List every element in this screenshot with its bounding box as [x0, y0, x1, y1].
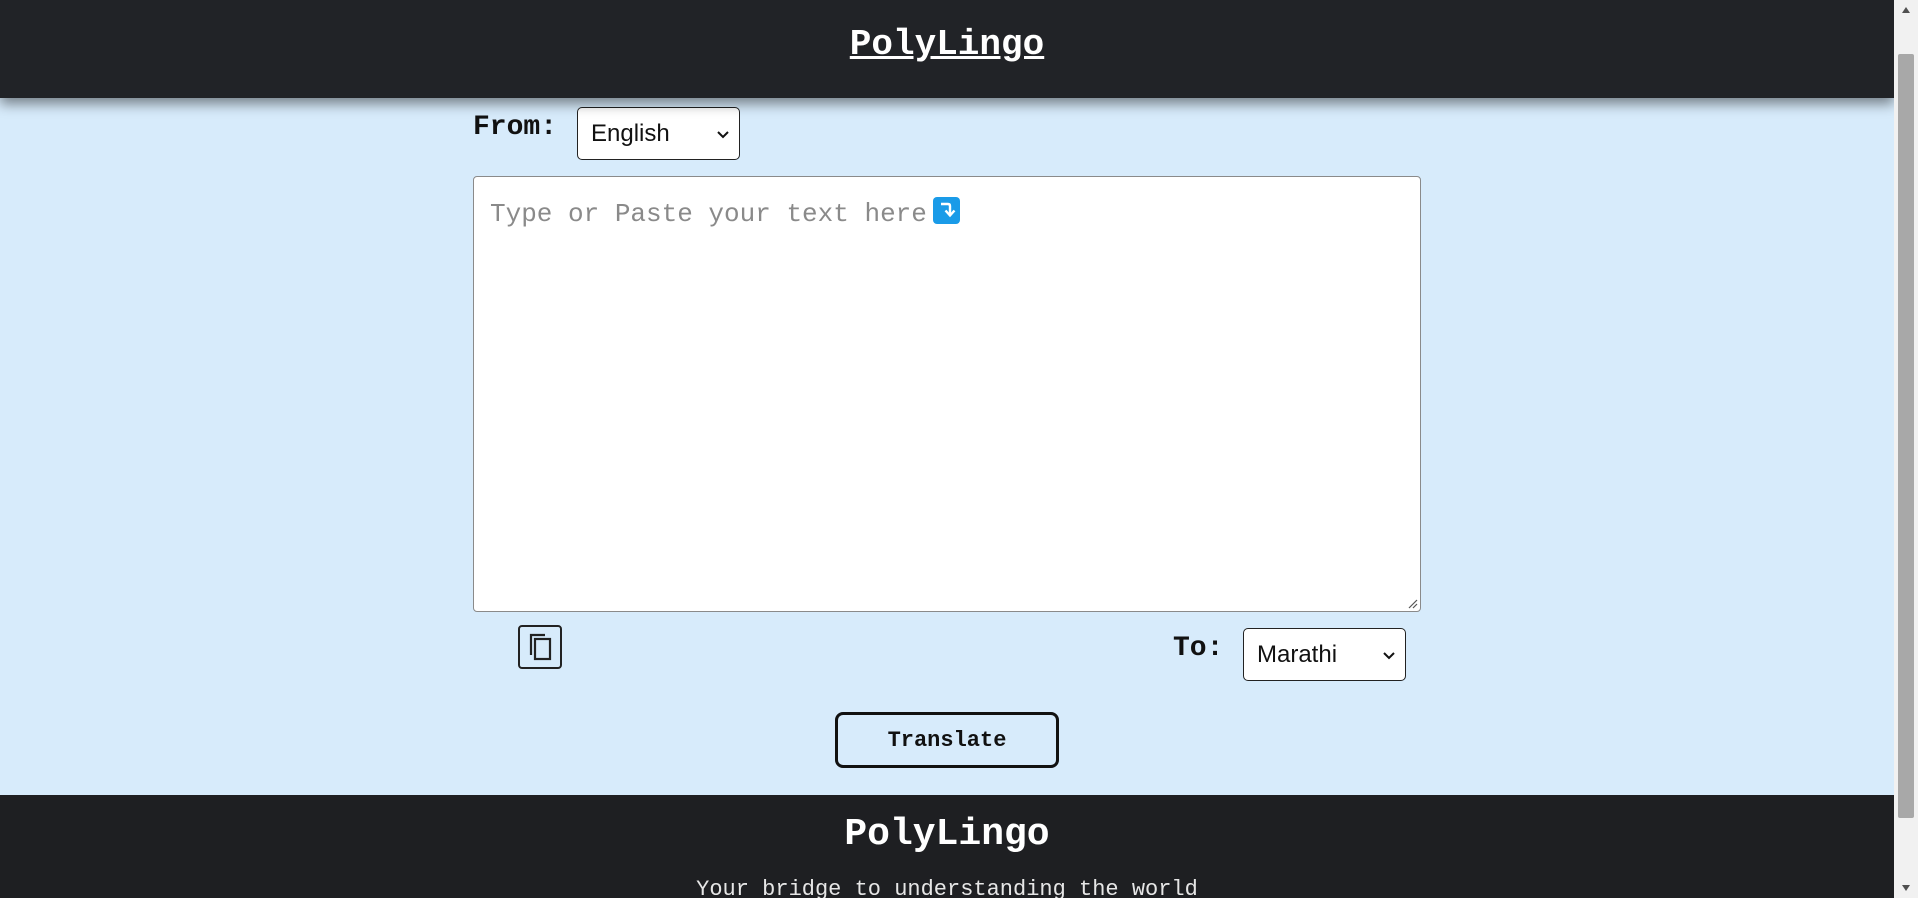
top-navbar: PolyLingo: [0, 0, 1894, 98]
target-language-value: Marathi: [1257, 640, 1338, 668]
footer-tagline: Your bridge to understanding the world: [696, 877, 1198, 898]
arrow-down-right-icon: [932, 197, 960, 224]
brand-logo-link[interactable]: PolyLingo: [0, 24, 1894, 65]
scrollbar-thumb[interactable]: [1898, 54, 1914, 818]
app-page: PolyLingo From: English Type or Paste yo…: [0, 0, 1894, 898]
source-language-value: English: [591, 119, 670, 147]
target-language-select[interactable]: Marathi: [1243, 628, 1406, 681]
to-label: To:: [1173, 633, 1224, 664]
vertical-scrollbar[interactable]: [1894, 0, 1918, 898]
scroll-down-arrow-icon[interactable]: [1894, 878, 1918, 898]
copy-button[interactable]: [518, 625, 562, 669]
source-language-select[interactable]: English: [577, 107, 740, 160]
footer: PolyLingo Your bridge to understanding t…: [0, 795, 1894, 898]
source-text-input[interactable]: Type or Paste your text here: [473, 176, 1421, 612]
translate-button[interactable]: Translate: [835, 712, 1059, 768]
chevron-down-icon: [1383, 651, 1395, 659]
from-label: From:: [473, 112, 558, 143]
footer-brand: PolyLingo: [844, 813, 1050, 856]
source-text-placeholder: Type or Paste your text here: [490, 197, 960, 229]
scroll-up-arrow-icon[interactable]: [1894, 0, 1918, 20]
chevron-down-icon: [717, 130, 729, 138]
copy-icon: [529, 633, 552, 661]
placeholder-text: Type or Paste your text here: [490, 199, 927, 229]
resize-handle-icon[interactable]: [1406, 597, 1418, 609]
